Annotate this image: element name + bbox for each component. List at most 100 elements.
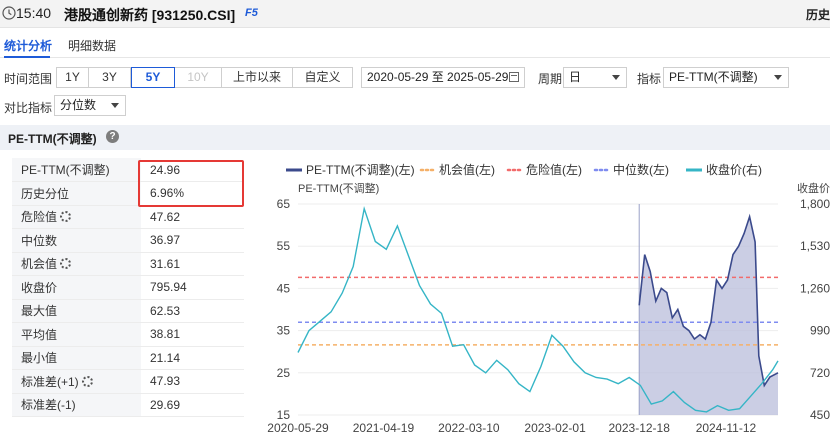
stats-row: 最小值 21.14 xyxy=(12,346,244,370)
stats-row: 危险值 47.62 xyxy=(12,205,244,229)
section-title: PE-TTM(不调整) xyxy=(8,132,97,146)
stats-row: 标准差(+1) 47.93 xyxy=(12,369,244,394)
left-tick-label: 25 xyxy=(277,366,291,380)
x-tick-label: 2020-05-29 xyxy=(267,421,329,435)
stats-row: 收盘价 795.94 xyxy=(12,275,244,300)
stat-value: 21.14 xyxy=(141,346,244,370)
right-axis-title: 收盘价 xyxy=(797,181,830,195)
stat-key-cell: 危险值 xyxy=(12,205,141,229)
question-circle-icon[interactable]: ? xyxy=(106,130,119,143)
stats-row: 最大值 62.53 xyxy=(12,299,244,323)
chevron-down-icon xyxy=(774,75,782,80)
range-button-1y[interactable]: 1Y xyxy=(56,67,89,88)
stat-key: 中位数 xyxy=(21,233,58,248)
stat-key-cell: 平均值 xyxy=(12,322,141,347)
x-tick-label: 2023-02-01 xyxy=(524,421,586,435)
compare-label: 对比指标 xyxy=(4,101,53,115)
stat-key: 平均值 xyxy=(21,327,58,342)
left-tick-label: 45 xyxy=(277,281,291,295)
indicator-value: PE-TTM(不调整) xyxy=(669,70,758,84)
stat-key-cell: 收盘价 xyxy=(12,275,141,300)
stats-row: 平均值 38.81 xyxy=(12,322,244,347)
stat-key-cell: 机会值 xyxy=(12,252,141,276)
stats-row: 标准差(-1) 29.69 xyxy=(12,393,244,417)
legend-median-label: 中位数(左) xyxy=(613,162,669,177)
range-button-3y[interactable]: 3Y xyxy=(89,67,131,88)
x-tick-label: 2021-04-19 xyxy=(353,421,415,435)
stat-value: 36.97 xyxy=(141,228,244,253)
range-button-10y[interactable]: 10Y xyxy=(175,67,222,88)
tab-details[interactable]: 明细数据 xyxy=(68,37,116,54)
right-tick-label: 1,800 xyxy=(800,197,830,211)
stat-key-cell: 历史分位 xyxy=(12,181,141,206)
page-title: 港股通创新药 [931250.CSI] xyxy=(64,7,236,23)
stat-key: 标准差(+1) xyxy=(21,374,79,389)
gear-icon[interactable] xyxy=(60,211,72,223)
right-tick-label: 720 xyxy=(810,366,830,380)
x-tick-label: 2022-03-10 xyxy=(438,421,500,435)
stat-key: 机会值 xyxy=(21,257,58,272)
stat-value: 62.53 xyxy=(141,299,244,323)
stat-value: 795.94 xyxy=(141,275,244,300)
stats-row: 中位数 36.97 xyxy=(12,228,244,253)
stat-value: 47.93 xyxy=(141,369,244,394)
stat-key-cell: 最小值 xyxy=(12,346,141,370)
period-select[interactable]: 日 xyxy=(563,67,627,88)
compare-select[interactable]: 分位数 xyxy=(54,95,126,116)
range-button-custom[interactable]: 自定义 xyxy=(293,67,353,88)
indicator-label: 指标 xyxy=(637,72,662,86)
pe-chart[interactable]: 65 1,800 55 1,530 45 1,260 35 990 25 720 15 450 PE-T… xyxy=(250,152,830,435)
legend-close-label: 收盘价(右) xyxy=(706,162,762,177)
stat-value: 29.69 xyxy=(141,393,244,417)
x-tick-label: 2024-11-12 xyxy=(696,421,757,435)
history-link[interactable]: 历史 xyxy=(806,6,830,23)
right-tick-label: 1,530 xyxy=(800,239,830,253)
calendar-icon[interactable] xyxy=(509,72,519,82)
date-range-field[interactable]: 2020-05-29 至 2025-05-29 xyxy=(361,67,525,88)
stat-key-cell: 标准差(-1) xyxy=(12,393,141,417)
highlight-box xyxy=(138,160,244,207)
chevron-down-icon xyxy=(111,103,119,108)
clock-icon xyxy=(2,6,16,20)
left-tick-label: 15 xyxy=(277,408,291,422)
stat-value: 47.62 xyxy=(141,205,244,229)
stat-key: 危险值 xyxy=(21,210,58,225)
stat-value: 31.61 xyxy=(141,252,244,276)
stat-key: 最大值 xyxy=(21,304,58,319)
right-tick-label: 990 xyxy=(810,324,830,338)
stat-key: 历史分位 xyxy=(21,186,70,201)
date-range-value: 2020-05-29 至 2025-05-29 xyxy=(367,70,509,84)
period-label: 周期 xyxy=(538,72,563,86)
stats-row: 机会值 31.61 xyxy=(12,252,244,276)
title-bar: 15:40 港股通创新药 [931250.CSI] F5 历史 xyxy=(0,0,830,28)
section-header: PE-TTM(不调整) ? xyxy=(0,125,830,150)
range-button-since-listing[interactable]: 上市以来 xyxy=(222,67,293,88)
stat-key-cell: 标准差(+1) xyxy=(12,369,141,394)
tab-bar: 统计分析 明细数据 xyxy=(0,28,830,58)
left-tick-label: 35 xyxy=(277,324,291,338)
period-value: 日 xyxy=(569,70,582,84)
legend-pe-label: PE-TTM(不调整)(左) xyxy=(306,162,415,177)
stat-key-cell: PE-TTM(不调整) xyxy=(12,158,141,182)
x-tick-label: 2023-12-18 xyxy=(609,421,671,435)
active-tab-indicator xyxy=(4,56,50,58)
hotkey-label[interactable]: F5 xyxy=(245,7,258,19)
range-label: 时间范围 xyxy=(4,72,53,86)
tab-statistics[interactable]: 统计分析 xyxy=(4,37,52,54)
stat-key: 最小值 xyxy=(21,351,58,366)
clock-time: 15:40 xyxy=(16,5,52,21)
stat-value: 38.81 xyxy=(141,322,244,347)
stat-key-cell: 中位数 xyxy=(12,228,141,253)
stat-key: 收盘价 xyxy=(21,280,58,295)
legend-opportunity-label: 机会值(左) xyxy=(439,162,495,177)
chevron-down-icon xyxy=(612,75,620,80)
gear-icon[interactable] xyxy=(60,258,72,270)
compare-value: 分位数 xyxy=(60,98,97,112)
range-button-5y[interactable]: 5Y xyxy=(131,67,175,88)
legend-danger-label: 危险值(左) xyxy=(526,162,582,177)
gear-icon[interactable] xyxy=(81,375,93,387)
stat-key: PE-TTM(不调整) xyxy=(21,163,110,177)
indicator-select[interactable]: PE-TTM(不调整) xyxy=(663,67,789,88)
right-tick-label: 1,260 xyxy=(800,281,830,295)
stat-key-cell: 最大值 xyxy=(12,299,141,323)
